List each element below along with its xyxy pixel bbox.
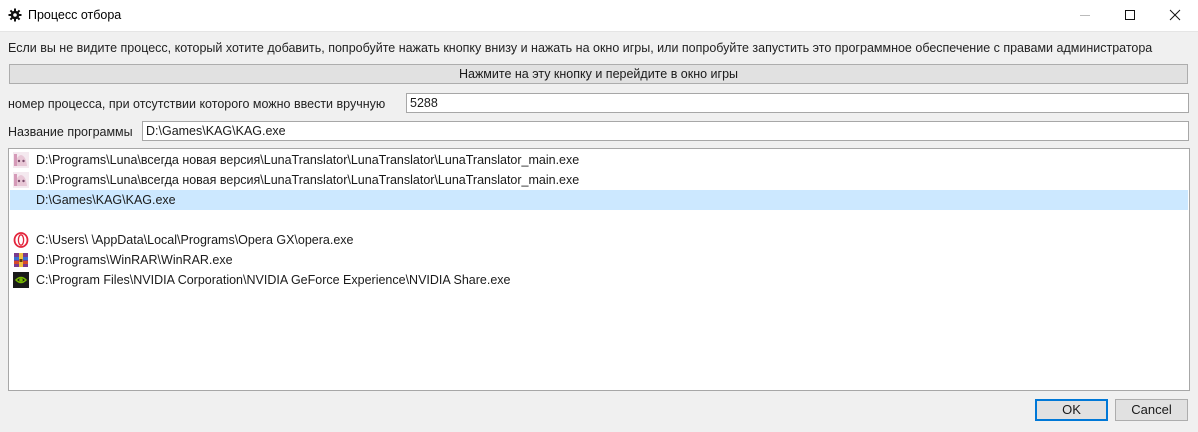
gear-icon — [8, 8, 22, 22]
program-name-label: Название программы — [8, 125, 133, 139]
opera-icon — [13, 232, 29, 248]
process-path: C:\Users\ \AppData\Local\Programs\Opera … — [36, 233, 354, 247]
close-button[interactable] — [1152, 0, 1198, 31]
close-icon — [1169, 9, 1181, 21]
luna-translator-icon — [13, 172, 29, 188]
list-item[interactable]: D:\Programs\Luna\всегда новая версия\Lun… — [10, 150, 1188, 170]
list-item[interactable]: C:\Program Files\NVIDIA Corporation\NVID… — [10, 270, 1188, 290]
list-item[interactable]: D:\Programs\WinRAR\WinRAR.exe — [10, 250, 1188, 270]
process-path: D:\Programs\WinRAR\WinRAR.exe — [36, 253, 233, 267]
winrar-icon — [13, 252, 29, 268]
process-path: D:\Games\KAG\KAG.exe — [36, 193, 176, 207]
process-list[interactable]: D:\Programs\Luna\всегда новая версия\Lun… — [8, 148, 1190, 391]
process-path: D:\Programs\Luna\всегда новая версия\Lun… — [36, 173, 580, 187]
pick-window-button[interactable]: Нажмите на эту кнопку и перейдите в окно… — [9, 64, 1188, 84]
process-path: C:\Program Files\NVIDIA Corporation\NVID… — [36, 273, 511, 287]
list-item[interactable]: D:\Programs\Luna\всегда новая версия\Lun… — [10, 170, 1188, 190]
minimize-icon — [1080, 15, 1090, 16]
luna-translator-icon — [13, 152, 29, 168]
title-bar: Процесс отбора — [0, 0, 1198, 32]
maximize-icon — [1125, 10, 1135, 20]
ok-button[interactable]: OK — [1035, 399, 1108, 421]
pid-label: номер процесса, при отсутствии которого … — [8, 97, 386, 111]
info-text: Если вы не видите процесс, который хотит… — [8, 41, 1153, 55]
list-item[interactable]: C:\Users\ \AppData\Local\Programs\Opera … — [10, 230, 1188, 250]
pid-input[interactable]: 5288 — [406, 93, 1189, 113]
process-path: D:\Programs\Luna\всегда новая версия\Lun… — [36, 153, 580, 167]
window-title: Процесс отбора — [28, 8, 122, 22]
nvidia-icon — [13, 272, 29, 288]
minimize-button[interactable] — [1062, 0, 1108, 31]
list-item-selected[interactable]: D:\Games\KAG\KAG.exe — [10, 190, 1188, 210]
list-item[interactable] — [10, 210, 1188, 230]
cancel-button[interactable]: Cancel — [1115, 399, 1188, 421]
program-name-input[interactable]: D:\Games\KAG\KAG.exe — [142, 121, 1189, 141]
maximize-button[interactable] — [1107, 0, 1153, 31]
